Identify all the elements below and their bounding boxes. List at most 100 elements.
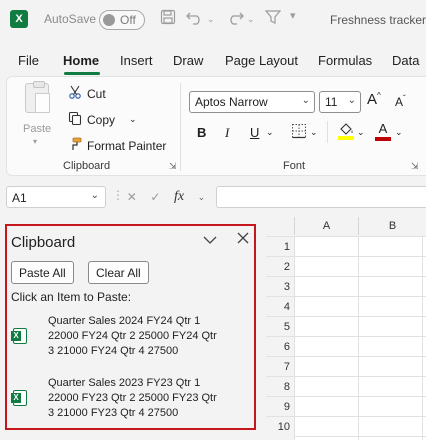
copy-button[interactable]: Copy ⌄ [67,111,137,128]
clipboard-item-line: 3 21000 FY23 Qtr 4 27500 [48,407,179,419]
increase-font-size-button[interactable]: A^ [367,91,381,108]
ribbon: Paste ▾ Cut Copy ⌄ Format Painter Clipbo… [6,76,426,176]
grow-font-label: A [367,91,378,108]
undo-icon[interactable] [186,9,204,29]
tab-page-layout[interactable]: Page Layout [225,53,298,68]
close-icon[interactable] [237,231,249,248]
chevron-down-icon[interactable]: ⌄ [198,192,206,203]
format-painter-button[interactable]: Format Painter [67,137,166,154]
row-header[interactable]: 9 [266,396,294,416]
clipboard-dialog-launcher-icon[interactable]: ⇲ [169,161,177,172]
row-header[interactable]: 7 [266,356,294,376]
pane-options-chevron-icon[interactable] [203,232,217,248]
select-all-corner[interactable] [266,217,294,235]
enter-icon[interactable]: ✓ [150,190,160,204]
formula-bar: A1 ⌄ ⋮ ✕ ✓ fx ⌄ [0,182,426,212]
clipboard-group-label: Clipboard [63,160,111,172]
paste-sheet-icon [35,93,50,113]
clipboard-item[interactable]: Quarter Sales 2023 FY23 Qtr 1 22000 FY23… [11,376,251,424]
active-tab-indicator [64,72,100,75]
cut-button[interactable]: Cut [67,85,106,102]
format-painter-label: Format Painter [87,138,167,153]
autosave-toggle[interactable]: Off [99,10,145,30]
font-color-dropdown-icon[interactable]: ⌄ [395,127,403,138]
tab-insert[interactable]: Insert [120,53,153,68]
row-header[interactable]: 6 [266,336,294,356]
clipboard-pane: Clipboard Paste All Clear All Click an I… [5,224,256,430]
save-icon[interactable] [160,9,176,29]
font-dialog-launcher-icon[interactable]: ⇲ [411,161,419,172]
font-color-swatch [375,137,391,141]
tab-home[interactable]: Home [63,53,99,68]
scissors-icon [67,85,83,102]
clipboard-item-text: Quarter Sales 2024 FY24 Qtr 1 22000 FY24… [48,314,248,359]
row-header[interactable]: 10 [266,416,294,440]
shrink-font-label: A [395,95,404,109]
redo-icon[interactable] [226,9,244,29]
row-header[interactable]: 4 [266,296,294,316]
title-bar: X AutoSave Off ⌄ ⌄ ▾ Freshness tracker [0,0,426,40]
ribbon-tabs: File Home Insert Draw Page Layout Formul… [0,50,426,74]
borders-dropdown-icon[interactable]: ⌄ [310,127,318,138]
clipboard-item[interactable]: Quarter Sales 2024 FY24 Qtr 1 22000 FY24… [11,314,251,362]
document-title: Freshness tracker [330,13,426,27]
tab-formulas[interactable]: Formulas [318,53,372,68]
excel-item-icon [11,328,27,344]
tab-draw[interactable]: Draw [173,53,203,68]
borders-icon[interactable] [291,123,307,142]
clipboard-pane-title: Clipboard [11,234,76,251]
clipboard-item-line: 22000 FY24 Qtr 2 25000 FY24 Qtr [48,330,217,342]
font-group-label: Font [283,160,306,172]
insert-function-button[interactable]: fx [174,189,184,205]
clear-all-button[interactable]: Clear All [88,261,149,284]
copy-label: Copy [87,112,116,127]
customize-toolbar-icon[interactable]: ▾ [290,9,296,22]
cut-label: Cut [87,86,106,101]
toggle-knob [103,14,115,26]
font-name-select[interactable]: Aptos Narrow ⌄ [189,91,315,113]
font-color-label: A [378,121,388,136]
font-size-select[interactable]: 11 ⌄ [319,91,361,113]
tab-data[interactable]: Data [392,53,419,68]
formula-input[interactable] [216,186,426,208]
decrease-font-size-button[interactable]: Aˇ [395,94,406,109]
font-size-value: 11 [325,95,338,109]
redo-dropdown-icon[interactable]: ⌄ [247,14,255,25]
copy-icon [67,111,83,128]
filter-icon[interactable] [264,9,282,29]
font-color-button[interactable]: A [375,121,391,141]
copy-dropdown-icon[interactable]: ⌄ [129,114,137,125]
row-header[interactable]: 5 [266,316,294,336]
paintbrush-icon [67,137,83,154]
fill-color-icon[interactable] [337,121,355,144]
autosave-state: Off [120,13,136,27]
bold-button[interactable]: B [197,125,206,140]
font-name-value: Aptos Narrow [195,95,268,109]
underline-button[interactable]: U [250,125,259,140]
paste-all-button[interactable]: Paste All [11,261,74,284]
underline-dropdown-icon[interactable]: ⌄ [266,127,274,138]
paste-label: Paste [23,123,52,135]
italic-button[interactable]: I [225,125,229,141]
group-separator [327,121,328,143]
paste-button[interactable]: Paste ▾ [23,81,55,146]
clipboard-item-text: Quarter Sales 2023 FY23 Qtr 1 22000 FY23… [48,376,248,421]
row-header[interactable]: 8 [266,376,294,396]
fill-color-dropdown-icon[interactable]: ⌄ [357,127,365,138]
undo-dropdown-icon[interactable]: ⌄ [207,14,215,25]
clipboard-item-line: Quarter Sales 2024 FY24 Qtr 1 [48,315,201,327]
clipboard-hint: Click an Item to Paste: [11,290,132,304]
row-header[interactable]: 1 [266,236,294,256]
autosave-label: AutoSave [44,12,97,26]
row-header[interactable]: 3 [266,276,294,296]
name-box[interactable]: A1 ⌄ [6,186,106,208]
row-header[interactable]: 2 [266,256,294,276]
column-header-a[interactable]: A [294,217,358,235]
chevron-down-icon: ⌄ [301,95,310,106]
clipboard-item-line: 3 21000 FY24 Qtr 4 27500 [48,345,179,357]
cancel-icon[interactable]: ✕ [127,190,137,204]
paste-dropdown-icon[interactable]: ▾ [33,137,37,146]
column-header-b[interactable]: B [358,217,426,235]
cell-grid[interactable] [294,236,426,440]
tab-file[interactable]: File [18,53,39,68]
